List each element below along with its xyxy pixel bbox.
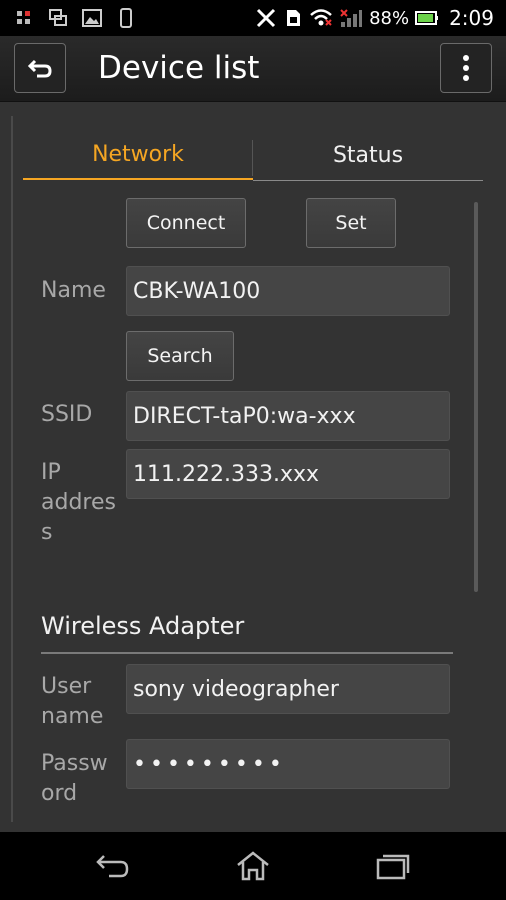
battery-icon (415, 11, 439, 25)
tab-status[interactable]: Status (253, 137, 483, 181)
name-label: Name (41, 278, 106, 303)
clock: 2:09 (449, 6, 494, 30)
ip-field[interactable]: 111.222.333.xxx (126, 449, 450, 499)
scrollbar[interactable] (474, 202, 478, 592)
wireless-adapter-heading: Wireless Adapter (41, 612, 245, 640)
search-button[interactable]: Search (126, 331, 234, 381)
ip-label-line2: addres (41, 490, 116, 515)
user-label-line2: name (41, 704, 104, 729)
navigation-bar (0, 832, 506, 900)
nfc-icon (257, 8, 276, 28)
signal-icon (340, 9, 363, 27)
ssid-label: SSID (41, 402, 93, 427)
password-field[interactable]: ••••••••• (126, 739, 450, 789)
battery-percent: 88% (369, 7, 410, 29)
wifi-icon (310, 9, 332, 26)
copy-icon (49, 9, 67, 26)
left-divider (11, 116, 13, 822)
password-label-line2: ord (41, 781, 78, 806)
ip-label-line3: s (41, 520, 53, 545)
back-button[interactable] (14, 43, 66, 93)
overflow-menu-icon (463, 55, 469, 81)
ip-label-line1: IP (41, 460, 61, 485)
page-title: Device list (98, 50, 260, 86)
set-button[interactable]: Set (306, 198, 396, 248)
user-label-line1: User (41, 674, 92, 699)
debug-icon (17, 11, 30, 24)
tab-bar: Network Status (23, 136, 483, 181)
home-icon (237, 851, 269, 881)
connect-button[interactable]: Connect (126, 198, 246, 248)
image-icon (82, 9, 102, 27)
nav-back-button[interactable] (93, 848, 133, 884)
password-label-line1: Passw (41, 751, 108, 776)
content-area: Network Status Connect Set Name CBK-WA10… (0, 102, 506, 832)
tab-network[interactable]: Network (23, 136, 253, 180)
phone-icon (120, 8, 132, 28)
back-arrow-icon (27, 59, 52, 78)
overflow-menu-button[interactable] (440, 43, 492, 93)
recents-icon (376, 854, 410, 880)
user-name-field[interactable]: sony videographer (126, 664, 450, 714)
status-bar: 88% 2:09 (0, 0, 506, 36)
sim-icon (287, 10, 301, 26)
nav-recents-button[interactable] (373, 848, 413, 884)
back-icon (96, 855, 129, 878)
action-bar: Device list (0, 36, 506, 102)
ssid-field[interactable]: DIRECT-taP0:wa-xxx (126, 391, 450, 441)
section-divider (41, 652, 453, 654)
name-field[interactable]: CBK-WA100 (126, 266, 450, 316)
nav-home-button[interactable] (233, 848, 273, 884)
